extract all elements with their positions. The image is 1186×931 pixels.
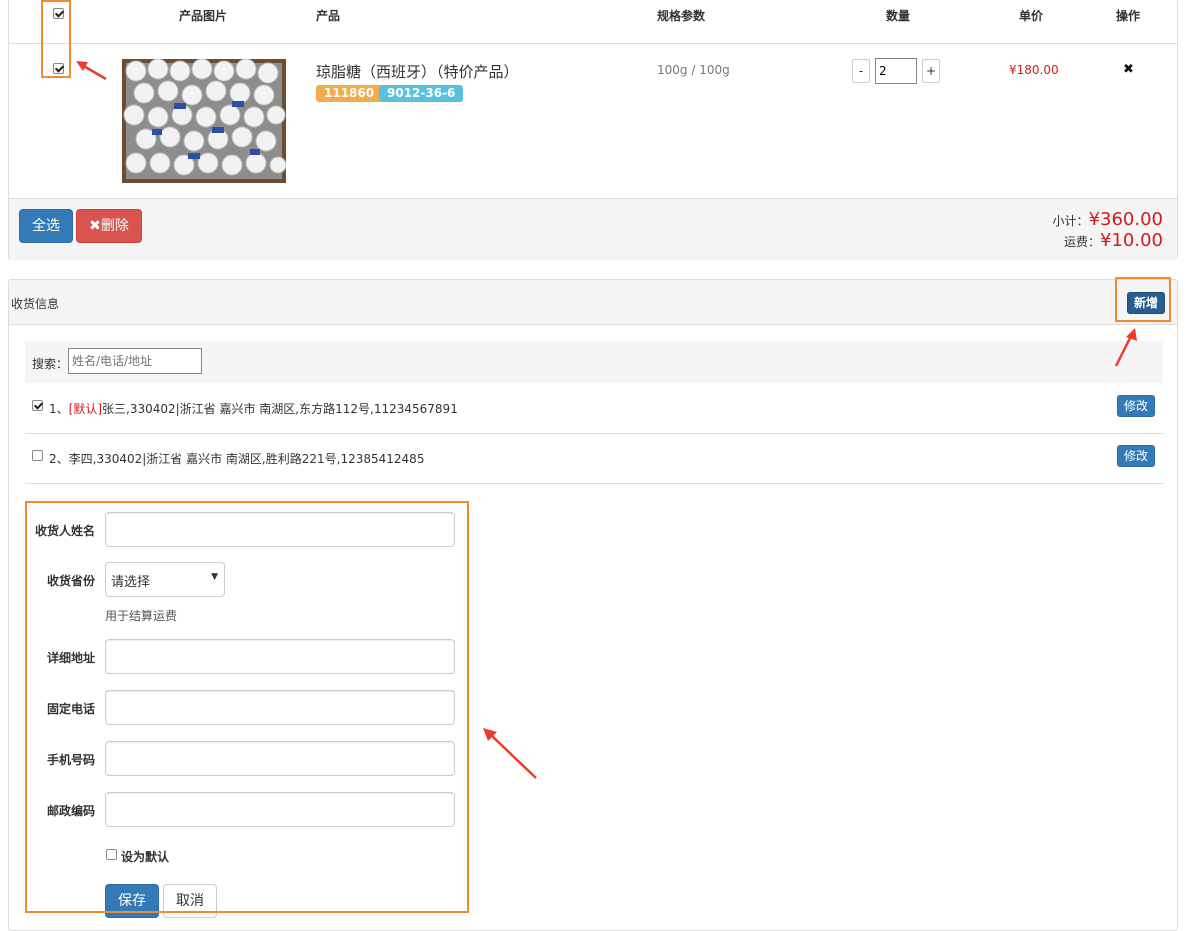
address-2-text: 李四,330402|浙江省 嘉兴市 南湖区,胜利路221号,1238541248… — [68, 452, 425, 466]
column-quantity: 数量 — [886, 9, 911, 23]
column-image: 产品图片 — [179, 9, 228, 23]
address-1-default-tag: [默认] — [68, 402, 103, 416]
product-name[interactable]: 琼脂糖（西班牙）（特价产品） — [316, 61, 519, 82]
quantity-plus-button[interactable]: + — [922, 59, 940, 83]
product-code-badge: 111860 — [316, 85, 383, 102]
select-all-button[interactable]: 全选 — [19, 209, 73, 243]
address-1-index: 1、 — [49, 402, 69, 416]
annotation-arrow-checkbox — [76, 61, 107, 81]
product-spec: 100g / 100g — [657, 63, 730, 77]
address-2-edit-button[interactable]: 修改 — [1117, 445, 1156, 467]
address-1-checkbox[interactable] — [32, 400, 43, 411]
annotation-arrow-form — [483, 728, 537, 779]
column-action: 操作 — [1116, 9, 1141, 23]
address-search-input[interactable] — [68, 348, 202, 374]
address-header: 收货信息 新增 — [9, 280, 1177, 325]
quantity-input[interactable] — [875, 58, 917, 84]
cart-panel: 产品图片 产品 规格参数 数量 单价 操作 琼脂糖（西班牙）（特价产品） 111… — [8, 0, 1178, 260]
cart-footer: 全选 ✖删除 小计：¥360.00 运费：¥10.00 — [9, 198, 1177, 260]
column-spec: 规格参数 — [657, 9, 706, 23]
column-price: 单价 — [1019, 9, 1044, 23]
annotation-box-form — [25, 501, 469, 913]
unit-price: ¥180.00 — [1009, 63, 1059, 77]
totals: 小计：¥360.00 运费：¥10.00 — [943, 209, 1163, 251]
product-cas-badge: 9012-36-6 — [379, 85, 464, 102]
cart-table-header: 产品图片 产品 规格参数 数量 单价 操作 — [9, 0, 1177, 44]
address-1-text: 张三,330402|浙江省 嘉兴市 南湖区,东方路112号,1123456789… — [102, 402, 458, 416]
address-row-1[interactable]: 1、[默认]张三,330402|浙江省 嘉兴市 南湖区,东方路112号,1123… — [25, 383, 1163, 434]
address-row-2[interactable]: 2、李四,330402|浙江省 嘉兴市 南湖区,胜利路221号,12385412… — [25, 433, 1163, 484]
address-2-index: 2、 — [49, 452, 69, 466]
shipping-label: 运费： — [1064, 235, 1101, 249]
remove-item-icon[interactable]: ✖ — [1123, 62, 1134, 77]
delete-button[interactable]: ✖删除 — [76, 209, 142, 243]
address-1-text-wrap: 1、[默认]张三,330402|浙江省 嘉兴市 南湖区,东方路112号,1123… — [49, 400, 458, 417]
subtotal-label: 小计： — [1052, 214, 1089, 228]
shipping-value: ¥10.00 — [1100, 230, 1163, 251]
search-label: 搜索： — [32, 357, 69, 371]
product-image — [122, 59, 286, 183]
annotation-box-add-button — [1115, 277, 1171, 322]
quantity-minus-button[interactable]: - — [852, 59, 870, 83]
annotation-box-checkbox — [41, 0, 71, 78]
subtotal-value: ¥360.00 — [1088, 209, 1163, 230]
column-product: 产品 — [316, 9, 341, 23]
address-2-checkbox[interactable] — [32, 450, 43, 461]
address-search-bar: 搜索： — [25, 341, 1163, 383]
address-title: 收货信息 — [11, 297, 60, 311]
annotation-arrow-add-button — [1114, 328, 1137, 367]
address-1-edit-button[interactable]: 修改 — [1117, 395, 1156, 417]
address-2-text-wrap: 2、李四,330402|浙江省 嘉兴市 南湖区,胜利路221号,12385412… — [49, 450, 424, 467]
